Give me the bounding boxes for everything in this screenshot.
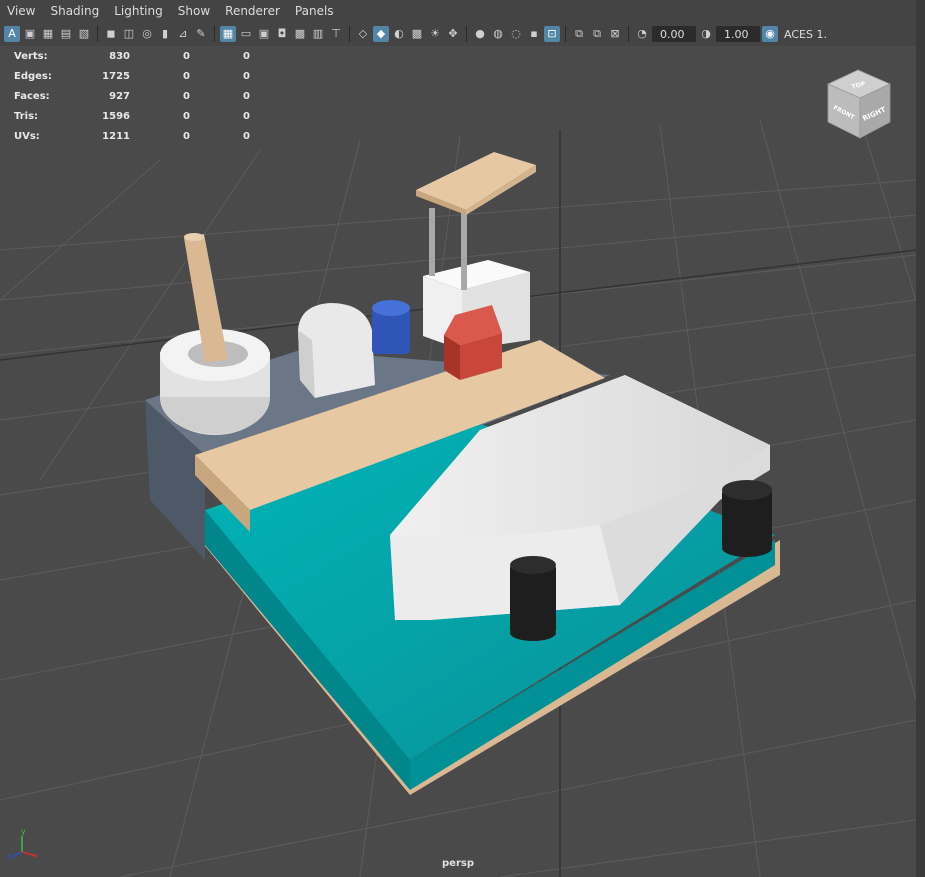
menu-lighting[interactable]: Lighting xyxy=(107,0,171,22)
colorspace-label[interactable]: ACES 1. xyxy=(780,28,827,41)
bollard-right xyxy=(722,480,772,557)
hud-value: 0 xyxy=(183,50,190,62)
hud-value: 0 xyxy=(243,70,250,82)
motion-blur-icon[interactable]: ◇ xyxy=(355,26,371,42)
menu-view[interactable]: View xyxy=(0,0,43,22)
menu-panels[interactable]: Panels xyxy=(288,0,342,22)
default-material-icon[interactable]: ▣ xyxy=(256,26,272,42)
isolate-icon[interactable]: ⊡ xyxy=(544,26,560,42)
menu-bar: View Shading Lighting Show Renderer Pane… xyxy=(0,0,916,22)
frame-icon[interactable]: ⊠ xyxy=(607,26,623,42)
hud-value: 0 xyxy=(243,50,250,62)
camera-name-label: persp xyxy=(442,858,474,869)
depth-of-field-icon[interactable]: ◐ xyxy=(391,26,407,42)
xray-icon[interactable]: ☀ xyxy=(427,26,443,42)
hud-label: Tris: xyxy=(14,110,39,122)
field-chart-icon[interactable]: ▮ xyxy=(157,26,173,42)
hud-value: 1725 xyxy=(102,70,130,82)
panel-toolbar: A ▣ ▦ ▤ ▧ ◼ ◫ ◎ ▮ ⊿ ✎ ▦ ▭ ▣ ◘ ▩ ▥ ⊤ ◇ ◆ … xyxy=(0,22,916,46)
hud-value: 0 xyxy=(183,70,190,82)
hud-row-tris: Tris: 1596 0 0 xyxy=(14,106,250,126)
poly-count-hud: Verts: 830 0 0 Edges: 1725 0 0 Faces: 92… xyxy=(14,46,250,146)
hud-value: 0 xyxy=(243,110,250,122)
toolbar-divider xyxy=(214,26,215,42)
hud-label: Edges: xyxy=(14,70,52,82)
use-lights-icon[interactable]: ▩ xyxy=(292,26,308,42)
hud-row-uvs: UVs: 1211 0 0 xyxy=(14,126,250,146)
hud-row-faces: Faces: 927 0 0 xyxy=(14,86,250,106)
booth-pole-left xyxy=(429,208,435,276)
hud-value: 1596 xyxy=(102,110,130,122)
exposure-field[interactable]: 0.00 xyxy=(652,26,696,42)
hud-value: 1211 xyxy=(102,130,130,142)
hud-value: 927 xyxy=(109,90,130,102)
hud-value: 0 xyxy=(243,90,250,102)
isolate-select-icon[interactable]: ▩ xyxy=(409,26,425,42)
toolbar-divider xyxy=(628,26,629,42)
hud-value: 0 xyxy=(183,90,190,102)
axis-y-label: y xyxy=(21,827,26,836)
safe-title-icon[interactable]: ✎ xyxy=(193,26,209,42)
paste-icon[interactable]: ⧉ xyxy=(589,26,605,42)
hud-value: 0 xyxy=(183,110,190,122)
bollard-left xyxy=(510,556,556,641)
camera-attributes-icon[interactable]: ▣ xyxy=(22,26,38,42)
hud-value: 830 xyxy=(109,50,130,62)
viewport-canvas[interactable]: TOP FRONT RIGHT y x z xyxy=(0,46,916,877)
right-panel-edge xyxy=(916,0,925,877)
bookmark-icon[interactable]: ▦ xyxy=(40,26,56,42)
boat-front xyxy=(390,525,620,620)
exposure-icon[interactable]: ◔ xyxy=(634,26,650,42)
hud-row-verts: Verts: 830 0 0 xyxy=(14,46,250,66)
hud-row-edges: Edges: 1725 0 0 xyxy=(14,66,250,86)
hud-value: 0 xyxy=(183,130,190,142)
textured-icon[interactable]: ◘ xyxy=(274,26,290,42)
image-plane-icon[interactable]: ▤ xyxy=(58,26,74,42)
hud-value: 0 xyxy=(243,130,250,142)
toolbar-divider xyxy=(466,26,467,42)
safe-action-icon[interactable]: ⊿ xyxy=(175,26,191,42)
grid-icon[interactable]: ▧ xyxy=(76,26,92,42)
copy-icon[interactable]: ⧉ xyxy=(571,26,587,42)
xray-joints-icon[interactable]: ✥ xyxy=(445,26,461,42)
gamma-field[interactable]: 1.00 xyxy=(716,26,760,42)
hud-label: UVs: xyxy=(14,130,40,142)
menu-shading[interactable]: Shading xyxy=(43,0,107,22)
hud-label: Verts: xyxy=(14,50,48,62)
smooth-shade-icon[interactable]: ▭ xyxy=(238,26,254,42)
hud-label: Faces: xyxy=(14,90,50,102)
resolution-gate-icon[interactable]: ◫ xyxy=(121,26,137,42)
toolbar-divider xyxy=(97,26,98,42)
anti-aliasing-icon[interactable]: ◆ xyxy=(373,26,389,42)
ambient-occlusion-icon[interactable]: ⊤ xyxy=(328,26,344,42)
booth-pole-right xyxy=(461,210,467,290)
film-gate-icon[interactable]: ◼ xyxy=(103,26,119,42)
toolbar-divider xyxy=(349,26,350,42)
toolbar-divider xyxy=(565,26,566,42)
menu-renderer[interactable]: Renderer xyxy=(218,0,288,22)
menu-show[interactable]: Show xyxy=(171,0,218,22)
select-camera-icon[interactable]: A xyxy=(4,26,20,42)
gate-mask-icon[interactable]: ◎ xyxy=(139,26,155,42)
layout-icon[interactable]: ▪ xyxy=(526,26,542,42)
shadows-icon[interactable]: ▥ xyxy=(310,26,326,42)
xray-components-icon[interactable]: ● xyxy=(472,26,488,42)
color-management-icon[interactable]: ◉ xyxy=(762,26,778,42)
hud-icon[interactable]: ◌ xyxy=(508,26,524,42)
wireframe-icon[interactable]: ▦ xyxy=(220,26,236,42)
light-icon[interactable]: ◍ xyxy=(490,26,506,42)
gamma-icon[interactable]: ◑ xyxy=(698,26,714,42)
